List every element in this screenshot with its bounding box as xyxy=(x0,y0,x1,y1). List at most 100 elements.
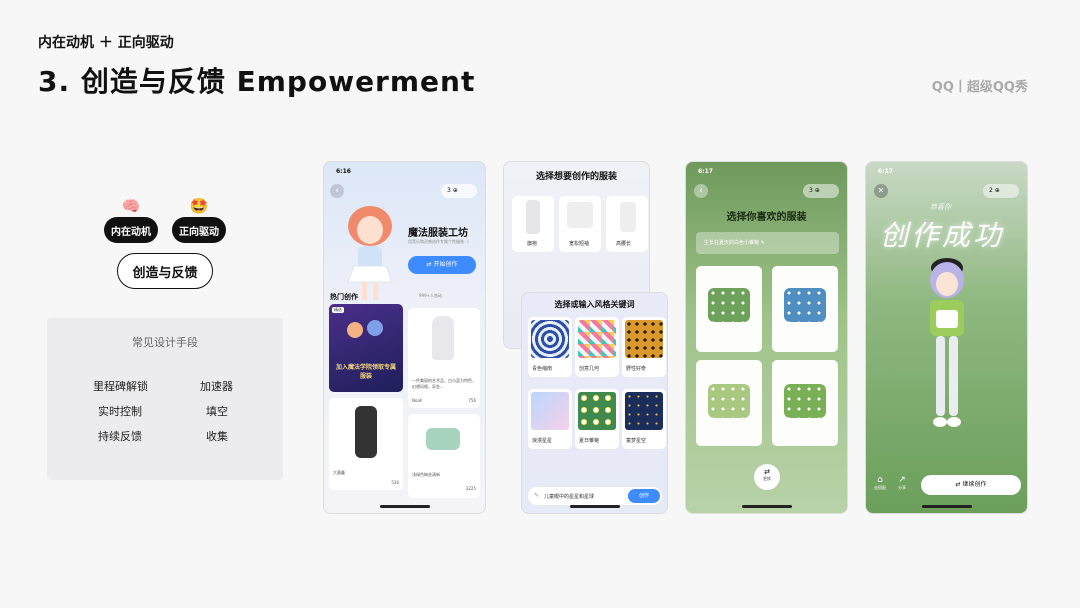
shirt-image xyxy=(784,384,826,418)
creation-card[interactable]: 浅绿色梅花清新 3225 xyxy=(408,414,480,498)
garment-image xyxy=(620,202,636,232)
status-time: 6:16 xyxy=(336,168,351,175)
home-indicator xyxy=(741,505,792,508)
prompt-field[interactable]: 生长在夏天的白色小雏菊 ✎ xyxy=(696,232,839,254)
garment-label: 宽松短袖 xyxy=(569,241,590,247)
garment-image xyxy=(567,202,593,228)
status-time: 6:17 xyxy=(698,168,713,175)
leopard-pattern xyxy=(625,320,663,358)
section-title: 热门创作 xyxy=(330,293,358,301)
poster-text: 加入魔法学院领取专属服装 xyxy=(335,364,396,380)
empowerment-pill: 创造与反馈 xyxy=(117,253,213,289)
count: 3 xyxy=(809,187,813,194)
style-option[interactable]: 浪漫星星 xyxy=(528,389,572,449)
technique: 收集 xyxy=(206,430,228,443)
coin-counter[interactable]: 2 ⊕ xyxy=(983,184,1019,198)
result-option[interactable] xyxy=(696,360,762,446)
dress-image xyxy=(355,406,377,458)
garment-label: 高腰长 xyxy=(616,241,632,247)
hanger-icon: ⌂ xyxy=(877,475,883,485)
coin-counter[interactable]: 3 ⊕ xyxy=(803,184,839,198)
card-title: 常见设计手段 xyxy=(132,336,198,349)
technique: 实时控制 xyxy=(98,405,142,418)
garment-option[interactable]: 宽松短袖 xyxy=(559,196,601,252)
style-option[interactable]: 青色缩南 xyxy=(528,317,572,377)
style-label: 夏日雏菊 xyxy=(579,438,600,444)
technique: 加速器 xyxy=(200,380,233,393)
featured-badge: 精选 xyxy=(332,307,344,313)
coin-counter[interactable]: 3 ⊕ xyxy=(441,184,477,198)
star-pattern xyxy=(531,392,569,430)
refresh-icon: ⇄ xyxy=(764,468,770,476)
phone-workshop: 6:16 ‹ 3 ⊕ 魔法服装工坊 用音乐和灵感创作专属个性服装 ⓘ ⇄ 开始创… xyxy=(323,161,486,514)
style-label: 浪漫星星 xyxy=(532,438,553,444)
style-option[interactable]: 野性好奇 xyxy=(622,317,666,377)
home-indicator xyxy=(921,505,972,508)
creation-name: 浅绿色梅花清新 xyxy=(412,472,440,477)
result-option[interactable] xyxy=(772,360,838,446)
continue-create-button[interactable]: ⇄ 继续创作 xyxy=(921,475,1021,495)
style-option[interactable]: 夏日雏菊 xyxy=(575,389,619,449)
screen-title: 选择你喜欢的服装 xyxy=(726,212,807,223)
technique: 持续反馈 xyxy=(98,430,142,443)
success-title: 创作成功 xyxy=(880,219,1005,252)
garment-label: 旗袍 xyxy=(527,241,538,247)
start-create-button[interactable]: ⇄ 开始创作 xyxy=(408,256,476,274)
likes-count: 3225 xyxy=(465,486,476,491)
jacket-image xyxy=(426,428,460,450)
creation-card[interactable]: 一件美丽的艺术品，白与蓝为特色，幻想风格，异金... Noah 756 xyxy=(408,308,480,408)
style-option[interactable]: 创意几何 xyxy=(575,317,619,377)
style-label: 野性好奇 xyxy=(626,366,647,372)
home-indicator xyxy=(379,505,430,508)
create-button[interactable]: 创作 xyxy=(628,489,660,503)
keyword-input[interactable]: ✎ 儿童眼中的星星和星球 创作 xyxy=(528,487,662,505)
blue-pattern xyxy=(531,320,569,358)
back-icon[interactable]: ‹ xyxy=(694,184,708,198)
section-meta: 999+人皆动 xyxy=(419,293,442,298)
phone-style-select: 选择或输入风格关键词 青色缩南 创意几何 野性好奇 浪漫星星 夏日雏菊 童梦星空… xyxy=(521,292,668,514)
phone-result-select: 6:17 ‹ 3 ⊕ 选择你喜欢的服装 生长在夏天的白色小雏菊 ✎ ⇄ 更换 xyxy=(685,161,848,514)
outfit-button[interactable]: ⌂ 去搭配 xyxy=(874,475,886,491)
chip-intrinsic: 🧠 内在动机 xyxy=(104,195,158,243)
technique: 里程碑解锁 xyxy=(93,380,148,393)
star-eyes-icon: 🤩 xyxy=(189,197,209,215)
qipao-image xyxy=(432,316,454,360)
app-subtitle: 用音乐和灵感创作专属个性服装 ⓘ xyxy=(408,239,470,244)
likes-count: 756 xyxy=(468,398,476,403)
result-option[interactable] xyxy=(696,266,762,352)
techniques-card: 常见设计手段 里程碑解锁 加速器 实时控制 填空 持续反馈 收集 xyxy=(47,318,283,480)
close-icon[interactable]: ✕ xyxy=(874,184,888,198)
result-option[interactable] xyxy=(772,266,838,352)
count: 3 xyxy=(447,187,451,194)
style-label: 青色缩南 xyxy=(532,366,553,372)
input-text: 儿童眼中的星星和星球 xyxy=(544,494,595,500)
switch-label: 更换 xyxy=(763,476,771,481)
avatar-illustration xyxy=(338,204,402,304)
switch-button[interactable]: ⇄ 更换 xyxy=(754,464,780,490)
garment-option[interactable]: 高腰长 xyxy=(606,196,648,252)
phone-success: 6:17 ✕ 2 ⊕ 恭喜你 创作成功 ⌂ 去搭配 ↗ 分享 ⇄ 继续创作 xyxy=(865,161,1028,514)
author: Noah xyxy=(412,398,423,403)
share-icon: ↗ xyxy=(898,475,906,485)
technique: 填空 xyxy=(206,405,228,418)
avatar-icon xyxy=(347,322,363,338)
share-button[interactable]: ↗ 分享 xyxy=(898,475,906,491)
chip-positive: 🤩 正向驱动 xyxy=(172,195,226,243)
creation-name: 大墨鑫 xyxy=(333,470,345,475)
brand-label: QQ丨超级QQ秀 xyxy=(931,80,1028,95)
back-icon[interactable]: ‹ xyxy=(330,184,344,198)
creation-card[interactable]: 大墨鑫 536 xyxy=(329,398,403,490)
featured-poster[interactable]: 精选 加入魔法学院领取专属服装 xyxy=(329,304,403,392)
shirt-image xyxy=(708,384,750,418)
slide: 内在动机 ＋ 正向驱动 3. 创造与反馈 Empowerment QQ丨超级QQ… xyxy=(0,0,1080,608)
garment-image xyxy=(526,200,540,234)
brain-icon: 🧠 xyxy=(121,197,141,215)
style-option[interactable]: 童梦星空 xyxy=(622,389,666,449)
count: 2 xyxy=(989,187,993,194)
caption: 一件美丽的艺术品，白与蓝为特色，幻想风格，异金... xyxy=(412,378,476,389)
app-title: 魔法服装工坊 xyxy=(408,228,468,239)
screen-title: 选择或输入风格关键词 xyxy=(554,300,635,309)
garment-option[interactable]: 旗袍 xyxy=(512,196,554,252)
geometric-pattern xyxy=(578,320,616,358)
likes-count: 536 xyxy=(391,480,399,485)
